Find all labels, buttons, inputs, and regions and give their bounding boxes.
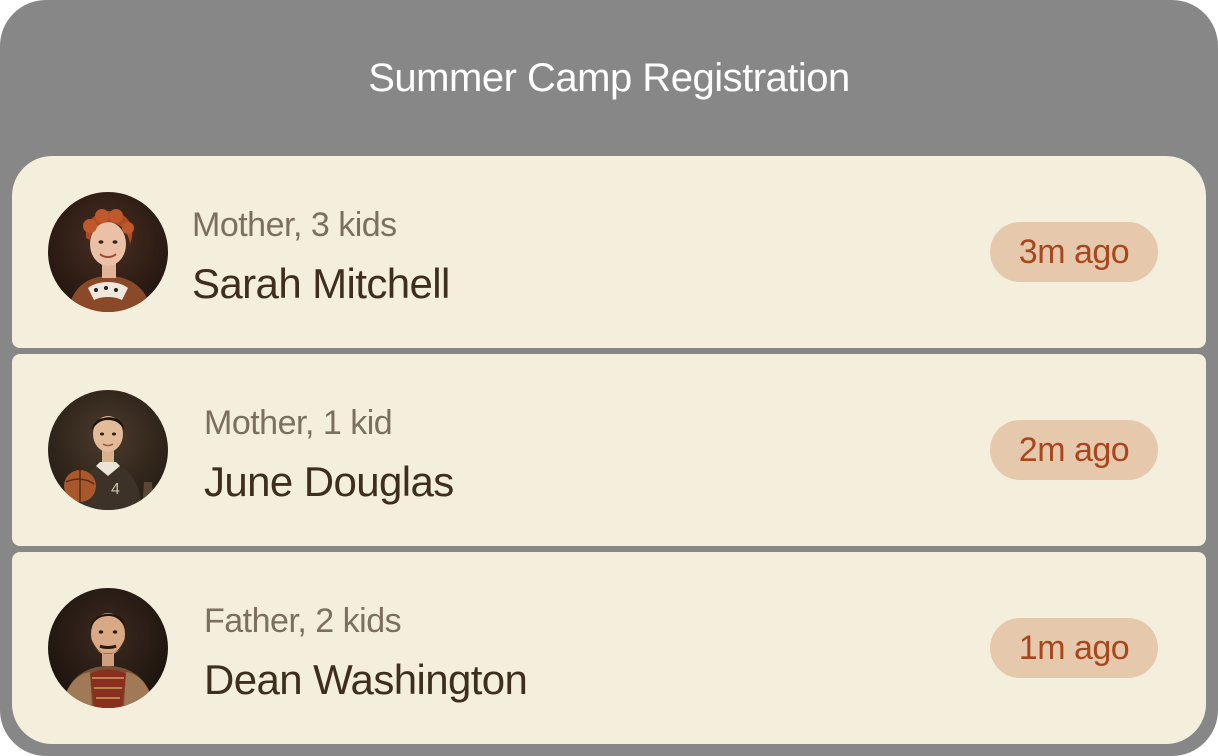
portrait-man-icon	[48, 588, 168, 708]
portrait-woman-icon	[48, 192, 168, 312]
time-badge: 3m ago	[990, 222, 1158, 282]
registrant-role: Mother, 3 kids	[192, 206, 397, 244]
time-badge: 1m ago	[990, 618, 1158, 678]
avatar: 4	[48, 390, 168, 510]
portrait-boy-icon: 4	[48, 390, 168, 510]
registrant-role: Mother, 1 kid	[204, 404, 393, 442]
list-item-registration[interactable]: 4 Mother, 1 kid June Douglas 2m ago	[12, 354, 1206, 546]
registrant-name: June Douglas	[204, 458, 454, 505]
list-item-registration[interactable]: Father, 2 kids Dean Washington 1m ago	[12, 552, 1206, 744]
svg-text:4: 4	[111, 481, 120, 498]
registration-card: Summer Camp Registration Mother, 3 kids …	[0, 0, 1218, 756]
avatar	[48, 588, 168, 708]
card-header: Summer Camp Registration	[0, 0, 1218, 156]
registrant-name: Sarah Mitchell	[192, 260, 450, 307]
registrant-name: Dean Washington	[204, 656, 528, 703]
avatar	[48, 192, 168, 312]
page-title: Summer Camp Registration	[368, 56, 850, 100]
time-badge: 2m ago	[990, 420, 1158, 480]
registrant-role: Father, 2 kids	[204, 602, 402, 640]
list-item-registration[interactable]: Mother, 3 kids Sarah Mitchell 3m ago	[12, 156, 1206, 348]
